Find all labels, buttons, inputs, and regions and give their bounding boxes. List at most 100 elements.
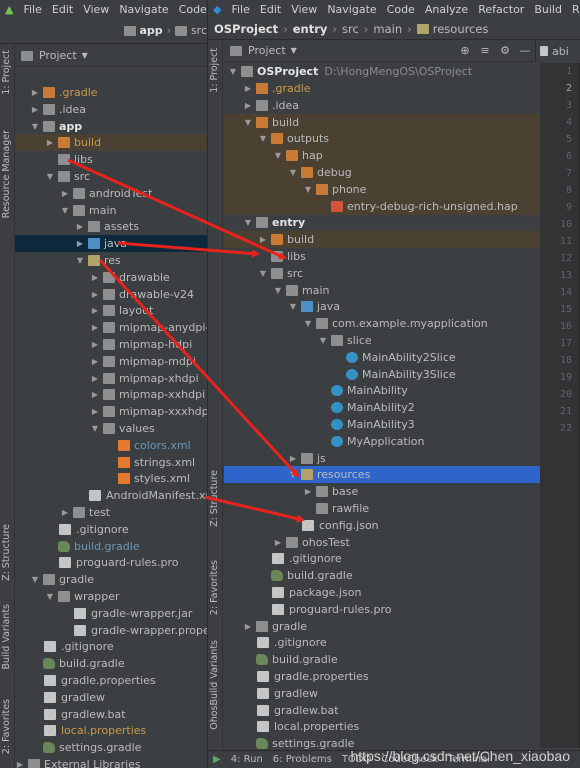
- breadcrumb-resources[interactable]: resources: [433, 22, 489, 36]
- menu-edit[interactable]: Edit: [255, 3, 286, 16]
- tree-row[interactable]: ▶ drawable-v24: [15, 286, 207, 303]
- tree-row[interactable]: gradle-wrapper.jar: [15, 605, 207, 622]
- breadcrumb-entry[interactable]: entry: [293, 22, 328, 36]
- tree-row[interactable]: ▶ mipmap-xhdpi: [15, 370, 207, 387]
- tree-row[interactable]: build.gradle: [224, 651, 540, 668]
- tree-row[interactable]: gradlew.bat: [15, 706, 207, 723]
- tab-ohos-build-variants[interactable]: OhosBuild Variants: [209, 640, 220, 730]
- tab-structure[interactable]: Z: Structure: [209, 470, 220, 527]
- tree-row[interactable]: ▶ .idea: [15, 101, 207, 118]
- tree-row[interactable]: ▼ src: [15, 168, 207, 185]
- menu-code[interactable]: Code: [382, 3, 420, 16]
- chevron-down-icon[interactable]: ▼: [303, 185, 313, 194]
- tree-row[interactable]: strings.xml: [15, 454, 207, 471]
- tree-row[interactable]: ▶ assets: [15, 218, 207, 235]
- chevron-right-icon[interactable]: ▶: [258, 235, 268, 244]
- tree-row[interactable]: ▼ values: [15, 420, 207, 437]
- tab-favorites[interactable]: 2: Favorites: [209, 560, 220, 615]
- collapse-all-icon[interactable]: ≡: [479, 44, 491, 57]
- tree-row[interactable]: AndroidManifest.xml: [15, 487, 207, 504]
- tree-row[interactable]: ▶ .idea: [224, 97, 540, 114]
- chevron-down-icon[interactable]: ▼: [288, 168, 298, 177]
- tree-row[interactable]: MainAbility2: [224, 399, 540, 416]
- tab-run[interactable]: 4: Run: [226, 754, 268, 765]
- tree-row[interactable]: styles.xml: [15, 470, 207, 487]
- tree-row[interactable]: .gitignore: [224, 634, 540, 651]
- tree-row[interactable]: proguard-rules.pro: [15, 554, 207, 571]
- chevron-down-icon[interactable]: ▼: [243, 118, 253, 127]
- tree-row[interactable]: settings.gradle: [15, 739, 207, 756]
- tab-problems[interactable]: 6: Problems: [268, 754, 337, 765]
- chevron-right-icon[interactable]: ▶: [60, 508, 70, 517]
- chevron-right-icon[interactable]: ▶: [288, 454, 298, 463]
- chevron-down-icon[interactable]: ▼: [273, 286, 283, 295]
- tree-row[interactable]: ▶ gradle: [224, 618, 540, 635]
- tree-row[interactable]: ▼ app: [15, 118, 207, 135]
- tab-resource-manager[interactable]: Resource Manager: [1, 130, 12, 218]
- chevron-right-icon[interactable]: ▶: [60, 189, 70, 198]
- gear-icon[interactable]: ⚙: [499, 44, 511, 57]
- chevron-down-icon[interactable]: ▼: [303, 319, 313, 328]
- tree-row[interactable]: build.gradle: [15, 655, 207, 672]
- tree-row[interactable]: MainAbility2Slice: [224, 349, 540, 366]
- tree-row[interactable]: ▶ .gradle: [15, 84, 207, 101]
- tree-row[interactable]: ▶ test: [15, 504, 207, 521]
- chevron-down-icon[interactable]: ▼: [82, 51, 88, 60]
- tree-row[interactable]: local.properties: [15, 722, 207, 739]
- tree-row[interactable]: ▼ main: [15, 202, 207, 219]
- menu-build[interactable]: Build: [529, 3, 567, 16]
- chevron-down-icon[interactable]: ▼: [243, 218, 253, 227]
- tree-row[interactable]: ▼ outputs: [224, 130, 540, 148]
- tree-row[interactable]: ▶ androidTest: [15, 185, 207, 202]
- tree-row[interactable]: build.gradle: [224, 567, 540, 584]
- chevron-down-icon[interactable]: ▼: [30, 575, 40, 584]
- tree-row[interactable]: ▶ build: [15, 134, 207, 152]
- project-view-selector[interactable]: Project: [248, 44, 286, 57]
- chevron-right-icon[interactable]: ▶: [90, 357, 100, 366]
- tree-row[interactable]: ▼ slice: [224, 332, 540, 349]
- chevron-down-icon[interactable]: ▼: [45, 172, 55, 181]
- locate-icon[interactable]: ⊕: [459, 44, 471, 57]
- tree-row[interactable]: package.json: [224, 584, 540, 601]
- tree-row[interactable]: ▶ mipmap-hdpi: [15, 336, 207, 353]
- tree-row[interactable]: rawfile: [224, 500, 540, 517]
- tree-row[interactable]: gradlew: [224, 685, 540, 702]
- chevron-right-icon[interactable]: ▶: [90, 273, 100, 282]
- breadcrumb-main[interactable]: main: [373, 22, 402, 36]
- tree-row[interactable]: ▼ gradle: [15, 571, 207, 588]
- tree-row[interactable]: ▶ build: [224, 231, 540, 249]
- tree-row[interactable]: ▼ hap: [224, 147, 540, 165]
- tree-row[interactable]: ▼ com.example.myapplication: [224, 315, 540, 332]
- tree-row[interactable]: colors.xml: [15, 437, 207, 454]
- chevron-right-icon[interactable]: ▶: [90, 290, 100, 299]
- tree-row[interactable]: MyApplication: [224, 433, 540, 450]
- chevron-right-icon[interactable]: ▶: [273, 538, 283, 547]
- tree-row[interactable]: libs: [224, 248, 540, 265]
- tree-row[interactable]: gradlew: [15, 689, 207, 706]
- chevron-down-icon[interactable]: ▼: [258, 269, 268, 278]
- chevron-right-icon[interactable]: ▶: [243, 84, 253, 93]
- project-root[interactable]: ▼ OSProject D:\HongMengOS\OSProject: [224, 63, 540, 80]
- tab-build-variants[interactable]: Build Variants: [1, 604, 12, 670]
- menu-view[interactable]: View: [286, 3, 322, 16]
- chevron-right-icon[interactable]: ▶: [30, 88, 40, 97]
- tree-row[interactable]: .gitignore: [15, 638, 207, 655]
- chevron-down-icon[interactable]: ▼: [273, 151, 283, 160]
- tree-row[interactable]: local.properties: [224, 718, 540, 735]
- chevron-down-icon[interactable]: ▼: [318, 336, 328, 345]
- tree-row[interactable]: entry-debug-rich-unsigned.hap: [224, 197, 540, 215]
- tree-row[interactable]: ▼ build: [224, 113, 540, 131]
- chevron-right-icon[interactable]: ▶: [90, 306, 100, 315]
- tree-row[interactable]: ▶ js: [224, 450, 540, 467]
- tree-row[interactable]: ▼ debug: [224, 164, 540, 181]
- tree-row[interactable]: ▶ .gradle: [224, 80, 540, 97]
- chevron-right-icon[interactable]: ▶: [90, 340, 100, 349]
- chevron-right-icon[interactable]: ▶: [90, 390, 100, 399]
- chevron-right-icon[interactable]: ▶: [30, 105, 40, 114]
- editor-tab[interactable]: abi: [535, 40, 580, 62]
- tree-row[interactable]: ▼ res: [15, 252, 207, 269]
- tree-row[interactable]: gradle.properties: [224, 668, 540, 685]
- chevron-down-icon[interactable]: ▼: [30, 122, 40, 131]
- tree-row[interactable]: ▼ main: [224, 282, 540, 299]
- tree-row[interactable]: gradle-wrapper.properties: [15, 622, 207, 639]
